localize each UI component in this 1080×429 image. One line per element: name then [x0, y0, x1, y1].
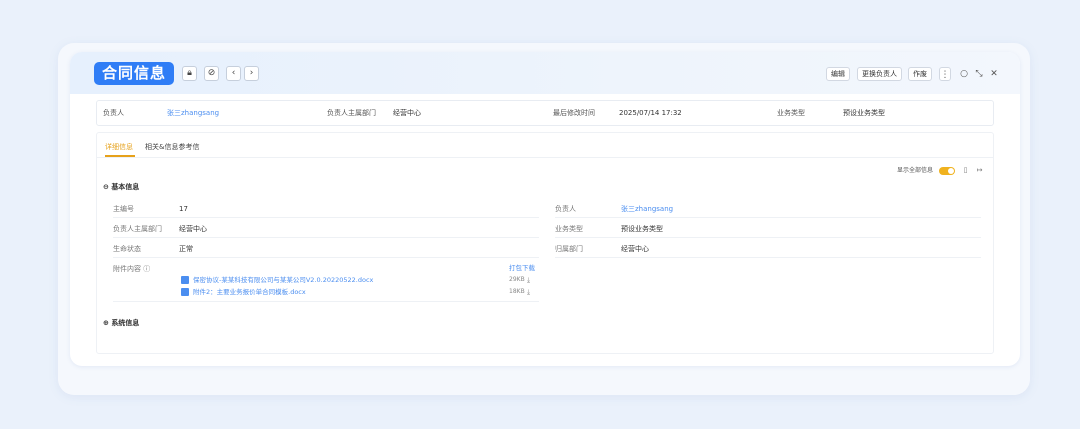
expand-icon[interactable]: ⤡	[973, 67, 985, 81]
basic-info-title: 基本信息	[111, 183, 140, 191]
row-divider	[113, 237, 539, 238]
main-no-value: 17	[179, 205, 188, 213]
row-divider	[113, 217, 539, 218]
biztype-value: 预设业务类型	[621, 225, 663, 233]
lock-icon[interactable]: 🔒︎	[182, 66, 197, 81]
tab-related[interactable]: 相关&信息参考信	[145, 141, 199, 153]
attachment-label: 附件内容 ⓘ	[113, 263, 150, 275]
change-owner-button[interactable]: 更换负责人	[857, 67, 902, 81]
biztype-label: 业务类型	[555, 225, 583, 233]
summary-dept-value: 经营中心	[393, 109, 421, 117]
dept-value: 经营中心	[179, 225, 207, 233]
file-icon	[181, 276, 189, 284]
layout-icon[interactable]: ▯	[960, 165, 971, 176]
owner-value[interactable]: 张三zhangsang	[621, 203, 673, 215]
void-button[interactable]: 作废	[908, 67, 932, 81]
owner-label: 负责人	[555, 205, 576, 213]
attachment-label-text: 附件内容	[113, 265, 141, 273]
chevron-right-icon[interactable]: ›	[244, 66, 259, 81]
main-no-label: 主编号	[113, 205, 134, 213]
dept-label: 负责人主属部门	[113, 225, 162, 233]
summary-biztype-label: 业务类型	[777, 109, 805, 117]
tab-details[interactable]: 详细信息	[105, 141, 133, 153]
row-divider	[555, 257, 981, 258]
summary-owner-label: 负责人	[103, 109, 124, 117]
status-label: 生命状态	[113, 245, 141, 253]
toggle-knob	[948, 168, 954, 174]
expand-width-icon[interactable]: ↦	[974, 165, 985, 176]
chevron-left-icon[interactable]: ‹	[226, 66, 241, 81]
row-divider	[555, 237, 981, 238]
more-vertical-icon[interactable]: ⋮	[939, 67, 951, 81]
show-all-label: 显示全部信息	[897, 167, 934, 174]
contract-detail-card: 合同信息 🔒︎ ⊘ ‹ › 编辑 更换负责人 作废 ⋮ ○ ⤡ ✕ 负责人 张三…	[70, 52, 1020, 366]
belong-dept-value: 经营中心	[621, 245, 649, 253]
download-icon[interactable]: ⤓	[527, 287, 530, 297]
download-icon[interactable]: ⤓	[527, 275, 530, 285]
close-icon[interactable]: ✕	[988, 67, 1000, 81]
summary-dept-label: 负责人主属部门	[327, 109, 376, 117]
row-divider	[113, 301, 539, 302]
summary-modified-label: 最后修改时间	[553, 109, 595, 117]
pack-download-link[interactable]: 打包下载	[509, 263, 535, 273]
edit-button[interactable]: 编辑	[826, 67, 850, 81]
system-info-title: 系统信息	[111, 319, 140, 327]
refresh-icon[interactable]: ○	[958, 67, 970, 81]
system-info-header[interactable]: ⊕ 系统信息	[103, 317, 139, 329]
row-divider	[113, 257, 539, 258]
page-title: 合同信息	[94, 62, 175, 85]
attachment-file-link[interactable]: 保密协议-某某科技有限公司与某某公司V2.0.20220522.docx	[193, 275, 373, 285]
content-panel: 详细信息 相关&信息参考信 显示全部信息 ▯ ↦ ⊖ 基本信息 主编号 17 负…	[96, 132, 994, 354]
file-size: 18KB	[509, 288, 525, 295]
file-icon	[181, 288, 189, 296]
row-divider	[555, 217, 981, 218]
belong-dept-label: 归属部门	[555, 245, 583, 253]
summary-row: 负责人 张三zhangsang 负责人主属部门 经营中心 最后修改时间 2025…	[96, 100, 994, 126]
tag-icon[interactable]: ⊘	[204, 66, 219, 81]
file-size: 29KB	[509, 276, 525, 283]
status-value: 正常	[179, 245, 193, 253]
show-all-toggle[interactable]	[939, 167, 955, 175]
summary-owner-value[interactable]: 张三zhangsang	[167, 101, 219, 125]
basic-info-header[interactable]: ⊖ 基本信息	[103, 181, 139, 193]
summary-biztype-value: 预设业务类型	[843, 109, 885, 117]
summary-modified-value: 2025/07/14 17:32	[619, 109, 682, 117]
help-icon[interactable]: ⓘ	[143, 265, 150, 273]
header-bar: 合同信息 🔒︎ ⊘ ‹ › 编辑 更换负责人 作废 ⋮ ○ ⤡ ✕	[70, 52, 1020, 94]
attachment-file-link[interactable]: 附件2：主要业务报价单合同模板.docx	[193, 287, 306, 297]
tab-divider	[97, 157, 993, 158]
